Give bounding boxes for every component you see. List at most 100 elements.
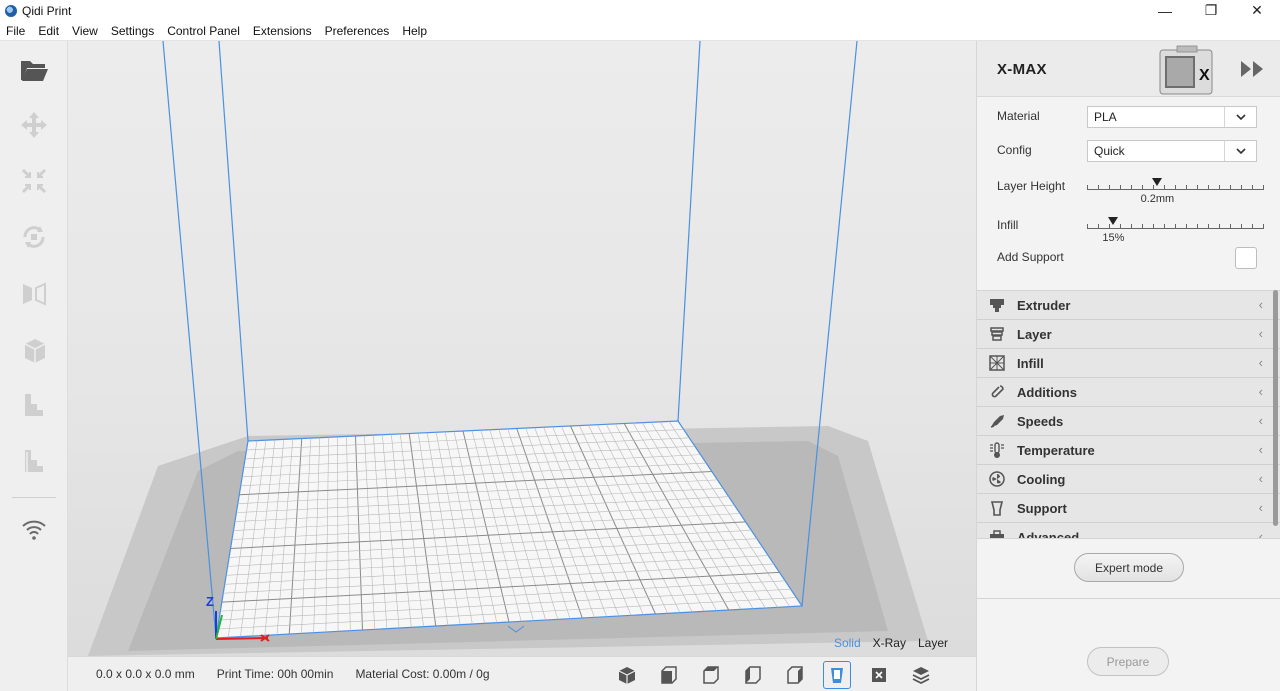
window-controls: — ❐ ✕ <box>1142 0 1280 21</box>
slider-tick <box>1098 224 1099 229</box>
menu-preferences[interactable]: Preferences <box>319 24 397 38</box>
view-right-button[interactable] <box>782 662 808 688</box>
view-layers-button[interactable] <box>908 662 934 688</box>
view-mode-layer[interactable]: Layer <box>918 636 948 650</box>
infill-label: Infill <box>997 218 1019 232</box>
view-top-button[interactable] <box>698 662 724 688</box>
settings-sections: Extruder ‹ Layer ‹ Infill ‹ Additions ‹ Speeds ‹ T… <box>977 290 1280 538</box>
material-dropdown[interactable]: PLA <box>1087 106 1257 128</box>
wifi-button[interactable] <box>16 511 52 547</box>
slider-tick <box>1175 224 1176 229</box>
section-infill[interactable]: Infill ‹ <box>977 349 1280 378</box>
restore-button[interactable]: ❐ <box>1188 0 1234 21</box>
add-support-checkbox[interactable] <box>1235 247 1257 269</box>
slider-tick <box>1164 185 1165 190</box>
section-temperature[interactable]: Temperature ‹ <box>977 436 1280 465</box>
slider-tick <box>1098 185 1099 190</box>
section-cooling[interactable]: Cooling ‹ <box>977 465 1280 494</box>
expert-mode-area: Expert mode <box>977 538 1280 598</box>
sections-scrollbar[interactable] <box>1273 290 1278 526</box>
slider-tick <box>1186 185 1187 190</box>
menu-edit[interactable]: Edit <box>32 24 66 38</box>
chevron-left-icon: ‹ <box>1258 384 1263 399</box>
prepare-button[interactable]: Prepare <box>1087 647 1169 676</box>
temperature-icon <box>987 440 1007 460</box>
extruder-icon <box>987 295 1007 315</box>
per-model-settings-button[interactable] <box>16 331 52 367</box>
slider-tick <box>1241 185 1242 190</box>
chevron-down-icon <box>1224 107 1256 127</box>
open-file-button[interactable] <box>16 51 52 87</box>
3d-viewport[interactable]: Z Solid X-Ray Layer <box>68 41 976 656</box>
slider-tick <box>1241 224 1242 229</box>
mirror-tool-button[interactable] <box>16 275 52 311</box>
view-machine-button[interactable] <box>823 660 851 689</box>
section-additions[interactable]: Additions ‹ <box>977 378 1280 407</box>
printer-header: X-MAX X <box>977 41 1280 97</box>
section-support[interactable]: Support ‹ <box>977 494 1280 523</box>
minimize-button[interactable]: — <box>1142 0 1188 21</box>
view-3d-button[interactable] <box>614 662 640 688</box>
layer-icon <box>987 324 1007 344</box>
infill-slider[interactable]: 15% <box>1087 214 1264 244</box>
scale-tool-button[interactable] <box>16 163 52 199</box>
expert-mode-button[interactable]: Expert mode <box>1074 553 1184 582</box>
section-layer[interactable]: Layer ‹ <box>977 320 1280 349</box>
menu-control-panel[interactable]: Control Panel <box>161 24 247 38</box>
menu-extensions[interactable]: Extensions <box>247 24 319 38</box>
material-value: PLA <box>1094 110 1117 124</box>
section-speeds[interactable]: Speeds ‹ <box>977 407 1280 436</box>
toolbar-divider <box>12 497 56 498</box>
build-volume-edge <box>218 41 249 442</box>
slider-tick <box>1175 185 1176 190</box>
section-advanced[interactable]: Advanced ‹ <box>977 523 1280 538</box>
slider-tick <box>1197 224 1198 229</box>
layflat-button[interactable] <box>16 443 52 479</box>
slider-tick <box>1263 224 1264 229</box>
menu-bar: File Edit View Settings Control Panel Ex… <box>0 21 1280 41</box>
close-button[interactable]: ✕ <box>1234 0 1280 21</box>
menu-help[interactable]: Help <box>396 24 434 38</box>
title-bar: Qidi Print — ❐ ✕ <box>0 0 1280 21</box>
slider-tick <box>1131 185 1132 190</box>
infill-icon <box>987 353 1007 373</box>
slider-tick <box>1252 185 1253 190</box>
layer-height-label: Layer Height <box>997 179 1066 193</box>
x-axis <box>215 637 269 640</box>
menu-settings[interactable]: Settings <box>105 24 161 38</box>
rotate-tool-button[interactable] <box>16 219 52 255</box>
next-printer-button[interactable] <box>1239 59 1267 79</box>
chevron-left-icon: ‹ <box>1258 500 1263 515</box>
speeds-icon <box>987 411 1007 431</box>
config-dropdown[interactable]: Quick <box>1087 140 1257 162</box>
section-name: Support <box>1017 500 1067 516</box>
layer-height-slider[interactable]: 0.2mm <box>1087 175 1264 205</box>
slider-tick <box>1142 185 1143 190</box>
status-bar: 0.0 x 0.0 x 0.0 mm Print Time: 00h 00min… <box>68 656 976 691</box>
slider-tick <box>1109 224 1110 229</box>
wifi-icon <box>22 520 46 540</box>
section-name: Extruder <box>1017 297 1071 313</box>
view-front-button[interactable] <box>656 662 682 688</box>
front-view-icon <box>661 665 677 684</box>
z-axis-label: Z <box>206 594 214 609</box>
menu-view[interactable]: View <box>66 24 105 38</box>
view-x-button[interactable] <box>866 662 892 688</box>
printer-image: X <box>1159 45 1213 95</box>
menu-file[interactable]: File <box>0 24 32 38</box>
section-name: Layer <box>1017 326 1052 342</box>
view-left-button[interactable] <box>740 662 766 688</box>
layflat-icon <box>25 450 43 472</box>
app-logo-icon <box>5 4 17 17</box>
section-extruder[interactable]: Extruder ‹ <box>977 291 1280 320</box>
slider-tick <box>1153 224 1154 229</box>
scale-icon <box>21 168 47 194</box>
view-mode-xray[interactable]: X-Ray <box>873 636 906 650</box>
mirror-icon <box>23 282 46 306</box>
support-blocker-button[interactable] <box>16 387 52 423</box>
view-mode-solid[interactable]: Solid <box>834 636 861 650</box>
chevron-left-icon: ‹ <box>1258 413 1263 428</box>
slider-tick <box>1109 185 1110 190</box>
slider-tick <box>1219 224 1220 229</box>
move-tool-button[interactable] <box>16 107 52 143</box>
